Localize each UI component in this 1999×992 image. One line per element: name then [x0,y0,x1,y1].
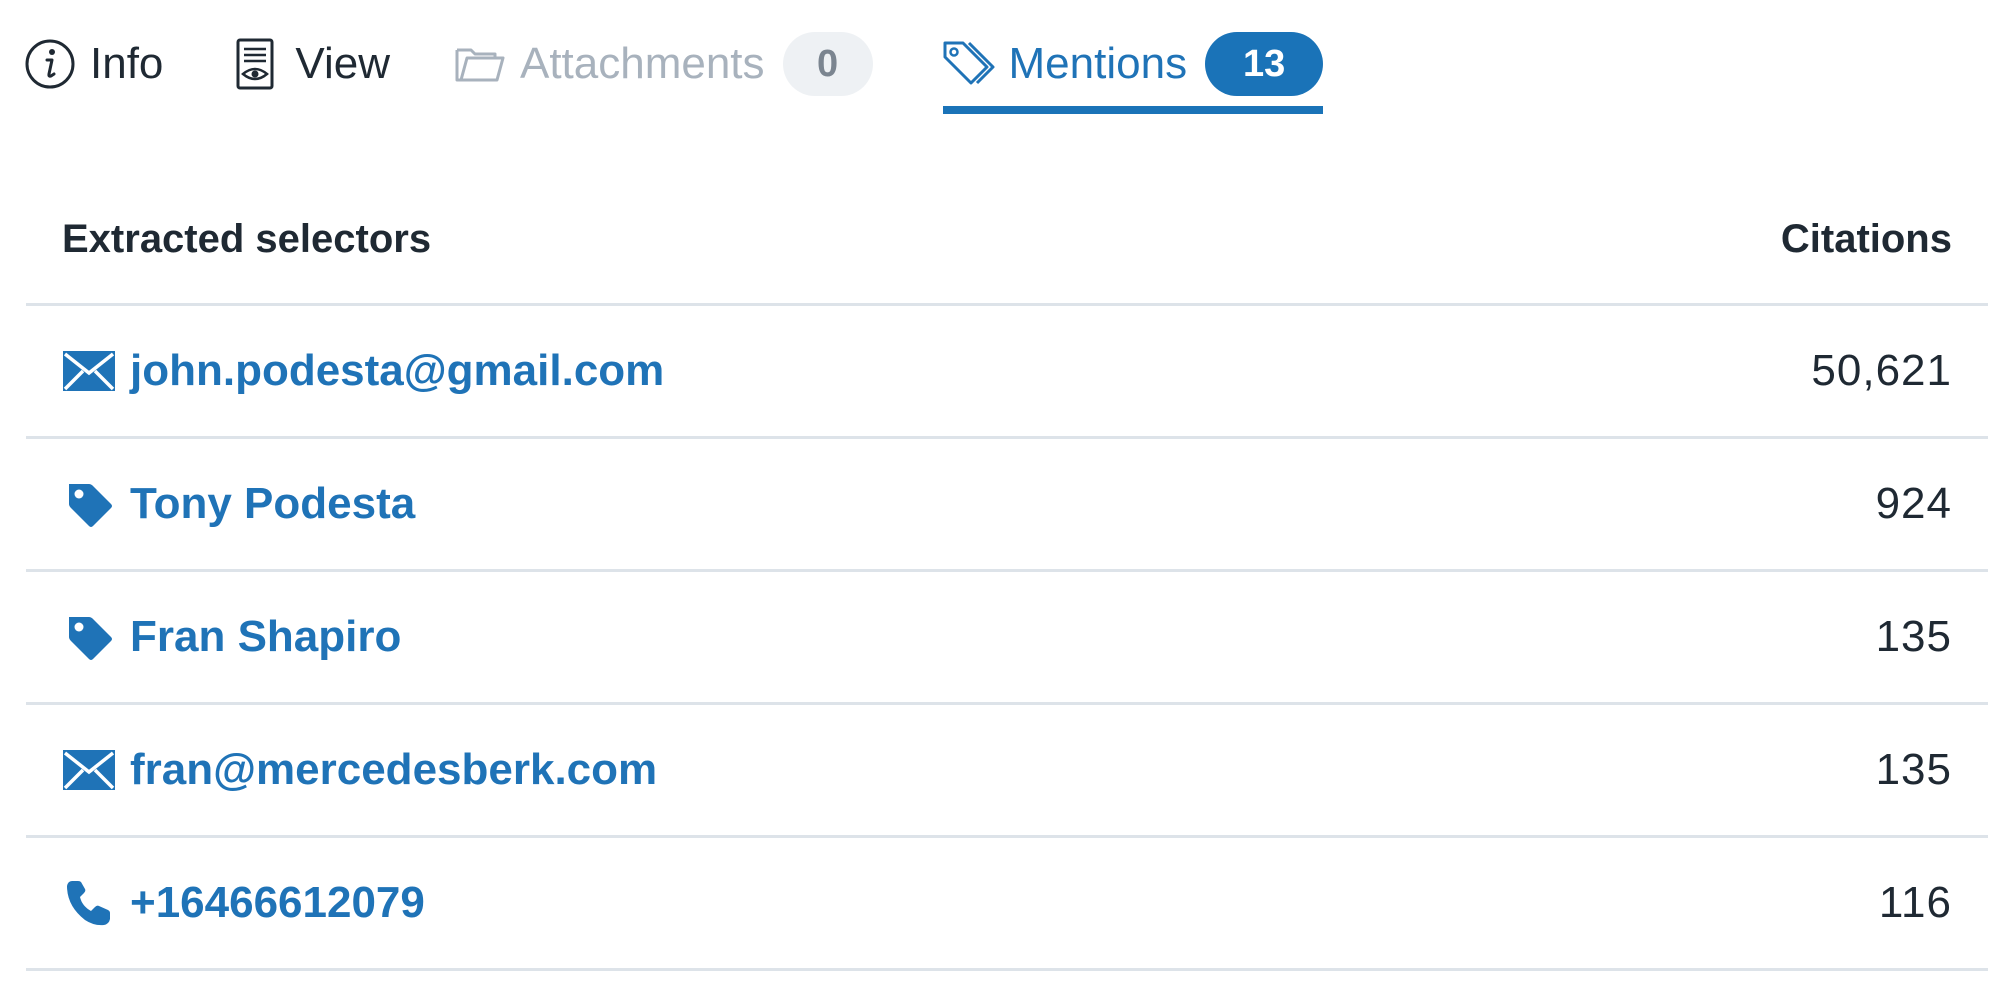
tab-view[interactable]: View [227,26,390,102]
envelope-icon [62,743,116,797]
selector-cell: fran@mercedesberk.com [62,743,657,797]
selector-link[interactable]: Fran Shapiro [130,612,401,662]
envelope-icon [62,344,116,398]
column-header-selectors[interactable]: Extracted selectors [62,217,431,262]
selector-cell: john.podesta@gmail.com [62,344,664,398]
active-tab-indicator [942,106,1324,114]
citation-count: 135 [1875,745,1952,794]
tab-bar: Info View Attachments 0 Mentions 13 [22,26,1324,114]
selector-link[interactable]: Tony Podesta [130,479,415,529]
selector-cell: +16466612079 [62,876,425,930]
tab-attachments[interactable]: Attachments 0 [452,26,873,102]
tab-mentions[interactable]: Mentions 13 [941,26,1324,114]
folder-icon [452,36,508,92]
selector-link[interactable]: fran@mercedesberk.com [130,745,657,795]
phone-icon [62,876,116,930]
table-row: fran@mercedesberk.com 135 [26,705,1988,838]
tag-icon [62,477,116,531]
table-row: john.podesta@gmail.com 50,621 [26,306,1988,439]
selector-link[interactable]: john.podesta@gmail.com [130,346,664,396]
tags-icon [941,36,997,92]
document-view-icon [227,36,283,92]
citation-count: 116 [1878,878,1952,927]
citation-count: 135 [1875,612,1952,661]
citation-count: 50,621 [1811,346,1952,395]
tab-mentions-label: Mentions [1008,39,1188,88]
selector-cell: Fran Shapiro [62,610,401,664]
table-row: Tony Podesta 924 [26,439,1988,572]
tab-info[interactable]: Info [22,26,163,102]
mentions-count-badge: 13 [1205,32,1324,96]
tab-attachments-label: Attachments [519,39,765,88]
citation-count: 924 [1875,479,1952,528]
selector-link[interactable]: +16466612079 [130,878,425,928]
attachments-count-badge: 0 [782,32,873,96]
table-header: Extracted selectors Citations [26,176,1988,306]
selectors-table: Extracted selectors Citations john.podes… [26,176,1988,971]
table-row: +16466612079 116 [26,838,1988,971]
tag-icon [62,610,116,664]
selector-cell: Tony Podesta [62,477,415,531]
column-header-citations[interactable]: Citations [1781,217,1952,262]
table-row: Fran Shapiro 135 [26,572,1988,705]
info-icon [22,36,78,92]
tab-info-label: Info [90,39,164,88]
tab-view-label: View [295,39,390,88]
